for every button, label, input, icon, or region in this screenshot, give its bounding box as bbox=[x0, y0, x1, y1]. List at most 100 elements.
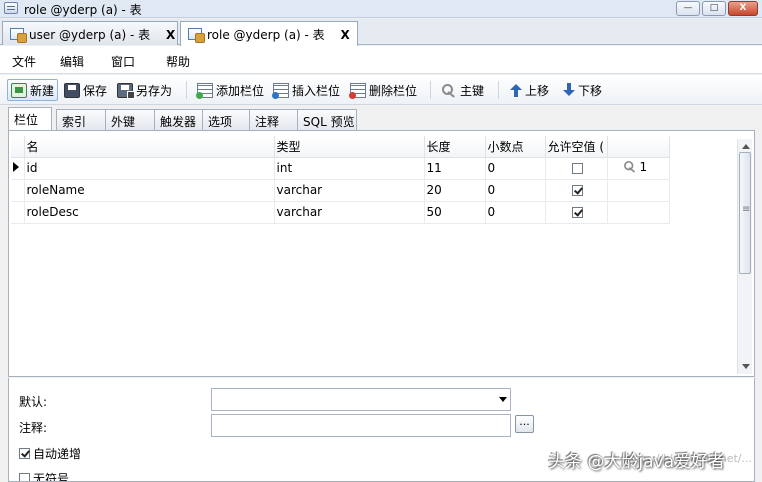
cell-field-name[interactable]: roleName bbox=[24, 179, 275, 202]
default-dropdown[interactable] bbox=[211, 388, 511, 411]
cell-field-key[interactable] bbox=[607, 179, 670, 202]
save-button-label: 保存 bbox=[83, 83, 108, 98]
column-header-key[interactable] bbox=[607, 136, 670, 158]
table-row[interactable]: roleName varchar 20 0 bbox=[11, 179, 670, 202]
window-title: role @yderp (a) - 表 bbox=[24, 3, 142, 17]
save-as-button[interactable]: 另存为 bbox=[117, 79, 172, 101]
add-field-button[interactable]: 添加栏位 bbox=[196, 79, 265, 101]
arrow-down-icon bbox=[563, 83, 575, 97]
add-field-icon bbox=[196, 82, 213, 99]
cell-field-length[interactable]: 50 bbox=[424, 201, 486, 224]
move-up-button[interactable]: 上移 bbox=[510, 79, 549, 101]
row-indicator bbox=[11, 157, 25, 180]
window-titlebar: role @yderp (a) - 表 — □ X bbox=[0, 0, 762, 18]
save-button[interactable]: 保存 bbox=[64, 79, 107, 101]
comment-input[interactable] bbox=[211, 414, 511, 437]
chevron-down-icon[interactable] bbox=[499, 397, 507, 402]
primary-key-label: 主键 bbox=[460, 83, 485, 98]
scroll-up-icon[interactable] bbox=[742, 144, 750, 149]
comment-ellipsis-button[interactable]: ... bbox=[515, 415, 534, 433]
tab-role-table[interactable]: role @yderp (a) - 表 X bbox=[180, 21, 358, 46]
vertical-scrollbar[interactable] bbox=[737, 139, 752, 374]
close-tab-button[interactable]: X bbox=[341, 28, 350, 42]
menu-file[interactable]: 文件 bbox=[12, 53, 36, 70]
cell-field-decimal[interactable]: 0 bbox=[485, 157, 546, 180]
comment-label: 注释: bbox=[19, 421, 48, 435]
cell-field-length[interactable]: 20 bbox=[424, 179, 486, 202]
cell-field-type[interactable]: varchar bbox=[274, 201, 425, 224]
tab-fields[interactable]: 栏位 bbox=[8, 107, 52, 130]
column-header-nullable[interactable]: 允许空值 ( bbox=[545, 136, 608, 158]
tab-sql-preview[interactable]: SQL 预览 bbox=[297, 109, 357, 130]
nullable-checkbox[interactable] bbox=[571, 207, 583, 218]
insert-field-icon bbox=[272, 82, 289, 99]
row-indicator bbox=[11, 179, 25, 202]
delete-field-label: 删除栏位 bbox=[369, 83, 418, 98]
current-row-pointer-icon bbox=[13, 162, 19, 172]
scroll-thumb[interactable] bbox=[739, 152, 751, 274]
tab-foreign-keys[interactable]: 外键 bbox=[105, 109, 155, 130]
column-header-decimal[interactable]: 小数点 bbox=[485, 136, 546, 158]
cell-field-type[interactable]: varchar bbox=[274, 179, 425, 202]
auto-increment-option[interactable]: 自动递增 bbox=[19, 445, 81, 462]
tab-indexes[interactable]: 索引 bbox=[56, 109, 106, 130]
auto-increment-label: 自动递增 bbox=[33, 447, 82, 461]
table-window-icon bbox=[4, 2, 18, 14]
nullable-checkbox[interactable] bbox=[571, 185, 583, 196]
cell-field-name[interactable]: roleDesc bbox=[24, 201, 275, 224]
auto-increment-checkbox[interactable] bbox=[19, 448, 30, 459]
cell-field-decimal[interactable]: 0 bbox=[485, 179, 546, 202]
unsigned-checkbox[interactable] bbox=[19, 473, 30, 481]
default-label: 默认: bbox=[19, 395, 48, 409]
tab-triggers[interactable]: 触发器 bbox=[154, 109, 203, 130]
column-header-type[interactable]: 类型 bbox=[274, 136, 425, 158]
column-header-name[interactable]: 名 bbox=[24, 136, 275, 158]
add-field-label: 添加栏位 bbox=[216, 83, 265, 98]
close-tab-button[interactable]: X bbox=[166, 28, 175, 42]
save-as-icon bbox=[117, 82, 135, 99]
move-down-button[interactable]: 下移 bbox=[563, 79, 602, 101]
key-order: 1 bbox=[639, 159, 648, 174]
tab-comment[interactable]: 注释 bbox=[249, 109, 298, 130]
column-header-length[interactable]: 长度 bbox=[424, 136, 486, 158]
cell-field-decimal[interactable]: 0 bbox=[485, 201, 546, 224]
close-window-button[interactable]: X bbox=[728, 1, 758, 16]
scroll-down-icon[interactable] bbox=[742, 364, 750, 369]
new-table-icon bbox=[11, 82, 27, 98]
delete-field-button[interactable]: 删除栏位 bbox=[349, 79, 418, 101]
minimize-button[interactable]: — bbox=[676, 1, 700, 16]
cell-field-nullable[interactable] bbox=[545, 201, 608, 224]
row-indicator-header bbox=[11, 136, 25, 158]
primary-key-button[interactable]: 主键 bbox=[441, 79, 484, 101]
cell-field-length[interactable]: 11 bbox=[424, 157, 486, 180]
insert-field-button[interactable]: 插入栏位 bbox=[272, 79, 340, 101]
cell-field-nullable[interactable] bbox=[545, 157, 608, 180]
toolbar-separator bbox=[430, 81, 431, 99]
fields-table: 名 类型 长度 小数点 允许空值 ( id int 11 0 1 roleNam… bbox=[11, 136, 670, 224]
primary-key-icon bbox=[623, 160, 637, 173]
cell-field-type[interactable]: int bbox=[274, 157, 425, 180]
toolbar-separator bbox=[498, 81, 499, 99]
table-row[interactable]: id int 11 0 1 bbox=[11, 157, 670, 180]
toolbar-separator bbox=[186, 81, 187, 99]
cell-field-nullable[interactable] bbox=[545, 179, 608, 202]
menu-window[interactable]: 窗口 bbox=[111, 53, 135, 70]
delete-field-icon bbox=[349, 82, 366, 99]
document-tab-bar: user @yderp (a) - 表 X role @yderp (a) - … bbox=[0, 19, 762, 46]
unsigned-option[interactable]: 无符号 bbox=[19, 470, 69, 481]
tab-label: role @yderp (a) - 表 bbox=[207, 28, 325, 42]
save-as-button-label: 另存为 bbox=[136, 83, 173, 98]
tab-options[interactable]: 选项 bbox=[202, 109, 250, 130]
menu-help[interactable]: 帮助 bbox=[166, 53, 190, 70]
tab-user-table[interactable]: user @yderp (a) - 表 X bbox=[2, 21, 178, 45]
cell-field-name[interactable]: id bbox=[24, 157, 275, 180]
move-up-label: 上移 bbox=[525, 83, 550, 98]
cell-field-key[interactable] bbox=[607, 201, 670, 224]
new-button[interactable]: 新建 bbox=[7, 79, 59, 101]
table-row[interactable]: roleDesc varchar 50 0 bbox=[11, 201, 670, 224]
cell-field-key[interactable]: 1 bbox=[607, 157, 670, 180]
menu-bar: 文件 编辑 窗口 帮助 bbox=[0, 46, 762, 74]
maximize-button[interactable]: □ bbox=[702, 1, 726, 16]
nullable-checkbox[interactable] bbox=[571, 163, 583, 174]
menu-edit[interactable]: 编辑 bbox=[60, 53, 84, 70]
